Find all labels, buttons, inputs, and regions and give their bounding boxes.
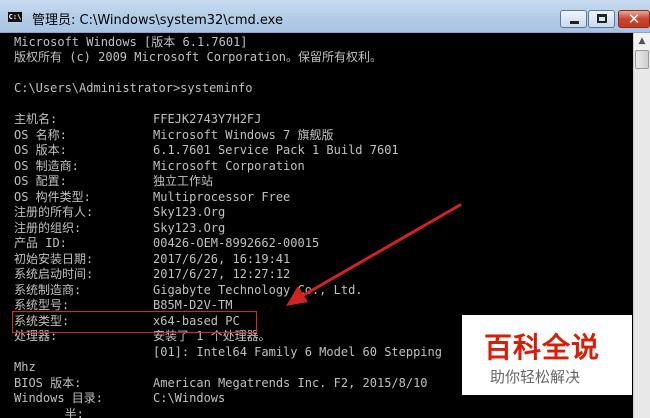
watermark-logo: 百科全说 助你轻松解决 xyxy=(462,315,632,395)
watermark-subtitle: 助你轻松解决 xyxy=(490,368,581,386)
watermark-title: 百科全说 xyxy=(484,331,601,364)
